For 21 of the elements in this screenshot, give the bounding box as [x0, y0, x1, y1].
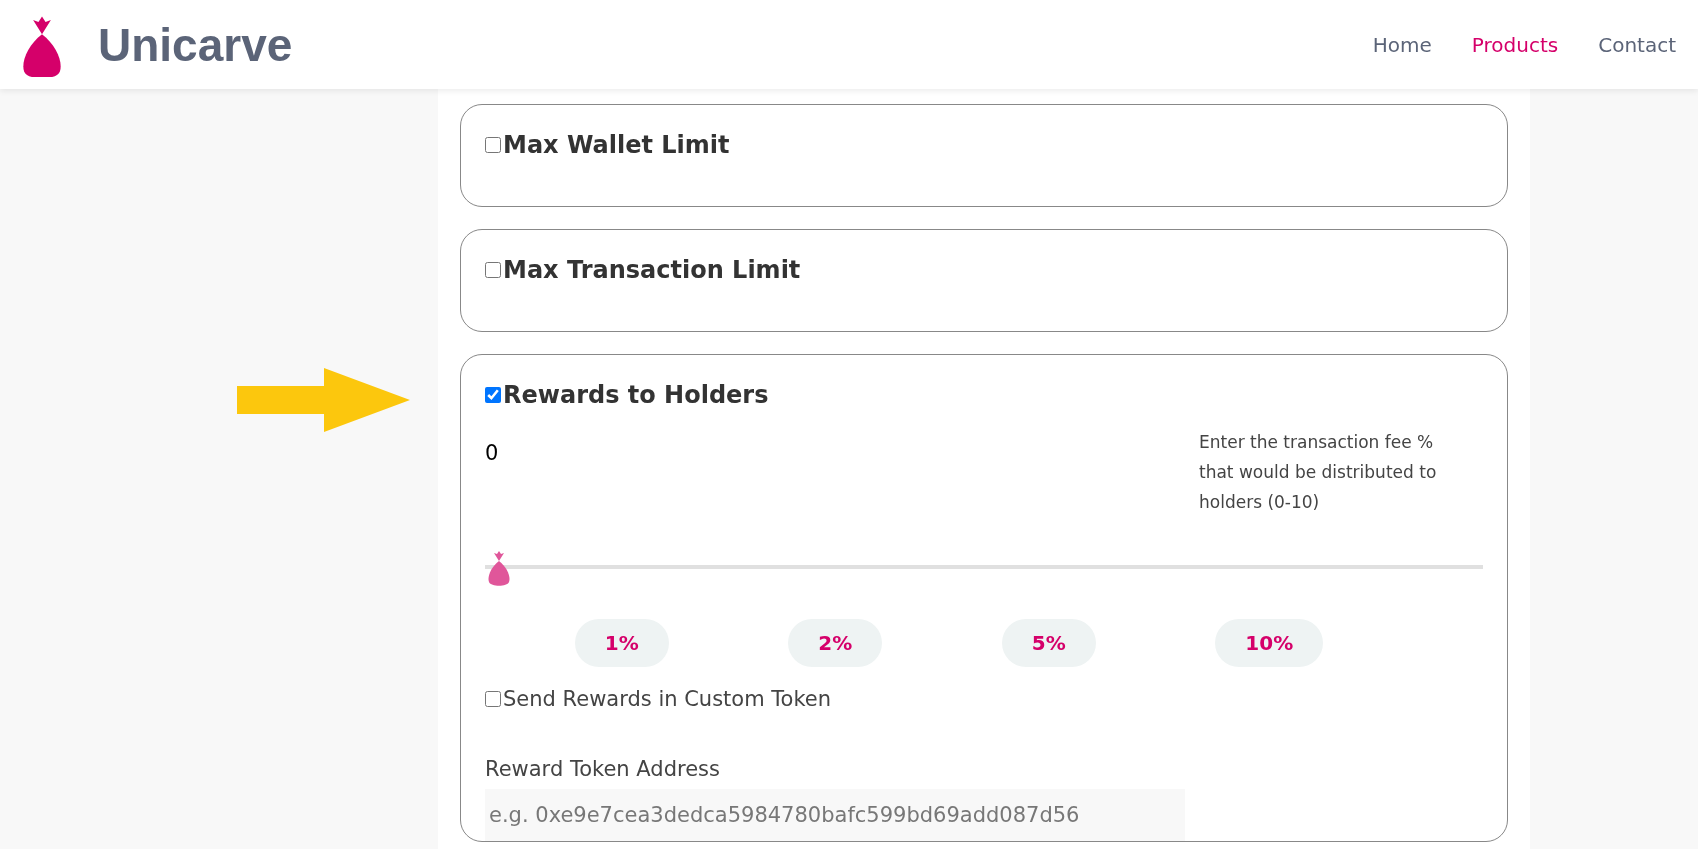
nav-link[interactable]: Products [1471, 32, 1559, 57]
checkbox[interactable] [485, 387, 501, 403]
checkbox[interactable] [485, 262, 501, 278]
nav-link[interactable]: Home [1372, 32, 1432, 57]
checkbox[interactable] [485, 691, 501, 707]
brand-name: Unicarve [98, 17, 293, 72]
option-title: Max Wallet Limit [503, 131, 730, 159]
field-label: Reward Token Address [485, 757, 721, 781]
arrow-icon [237, 368, 410, 432]
fee-value: 0 [485, 441, 499, 467]
option-title: Max Transaction Limit [503, 256, 801, 284]
preset-button[interactable]: 2% [788, 619, 883, 667]
preset-button[interactable]: 5% [1001, 619, 1096, 667]
fee-hint: Enter the transaction fee % that would be distributed to holders (0-10) [1199, 431, 1438, 514]
preset-button[interactable]: 10% [1215, 619, 1324, 667]
checkbox[interactable] [485, 137, 501, 153]
address-field[interactable]: e.g. 0xe9e7cea3dedca5984780bafc599bd69add087d56 [485, 789, 1185, 841]
checkbox-label: Send Rewards in Custom Token [503, 687, 832, 711]
nav-link[interactable]: Contact [1598, 32, 1676, 57]
preset-button[interactable]: 1% [574, 619, 669, 667]
option-title: Rewards to Holders [503, 381, 769, 409]
